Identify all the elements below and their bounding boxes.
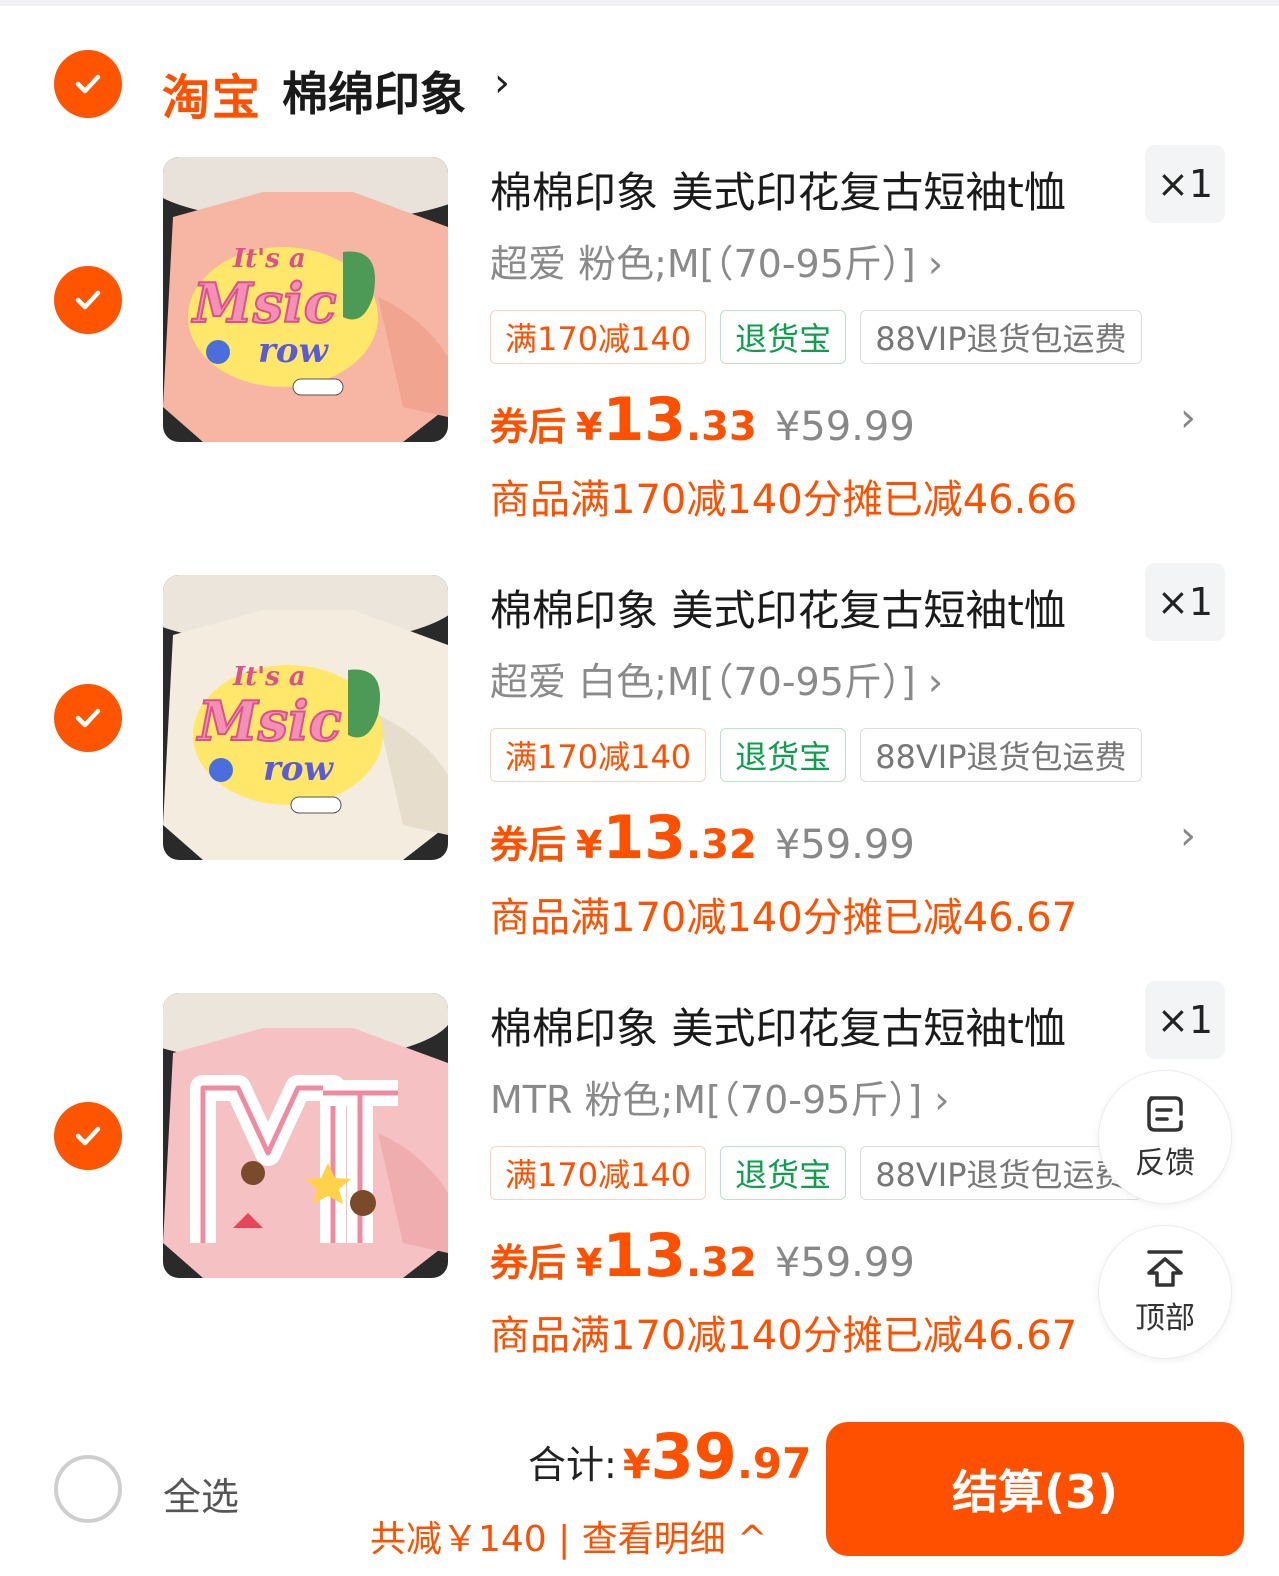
original-price: ¥59.99 — [774, 822, 915, 868]
total-decimal: .97 — [736, 1439, 812, 1488]
shop-select-checkbox[interactable] — [54, 50, 122, 118]
checkout-button[interactable]: 结算(3) — [826, 1422, 1244, 1556]
feedback-label: 反馈 — [1135, 1146, 1195, 1181]
price-currency: ¥ — [576, 823, 603, 867]
original-price: ¥59.99 — [774, 1240, 915, 1286]
item-select-checkbox[interactable] — [54, 684, 122, 752]
original-price: ¥59.99 — [774, 404, 915, 450]
return-insurance-tag: 退货宝 — [720, 1146, 847, 1200]
checkmark-icon — [75, 74, 101, 94]
sku-selector[interactable]: MTR 粉色;M[（70-95斤）] › — [490, 1069, 949, 1124]
total-row: 合计: ¥ 39 .97 — [528, 1420, 811, 1493]
svg-text:row: row — [258, 331, 330, 371]
svg-text:Msic: Msic — [196, 689, 342, 753]
chevron-right-icon[interactable]: › — [494, 60, 510, 106]
price-row: 券后 ¥ 13 .32 ¥59.99 — [490, 803, 915, 873]
product-title[interactable]: 棉棉印象 美式印花复古短袖t恤 — [490, 577, 1066, 638]
product-image[interactable]: It's a Msic row — [163, 575, 448, 860]
return-insurance-tag: 退货宝 — [720, 728, 847, 782]
sku-selector[interactable]: 超爱 白色;M[（70-95斤）] › — [490, 651, 943, 706]
item-select-checkbox[interactable] — [54, 1102, 122, 1170]
product-title[interactable]: 棉棉印象 美式印花复古短袖t恤 — [490, 159, 1066, 220]
promo-tags: 满170减140 退货宝 88VIP退货包运费 — [490, 310, 1142, 364]
shop-header: 淘宝 棉绵印象 › — [0, 40, 1279, 130]
cart-item: It's a Msic row 棉棉印象 美式印花复古短袖t恤 ×1 超爱 白色… — [0, 563, 1279, 993]
sku-selector[interactable]: 超爱 粉色;M[（70-95斤）] › — [490, 233, 943, 288]
quantity-stepper[interactable]: ×1 — [1145, 563, 1225, 641]
top-label: 顶部 — [1135, 1301, 1195, 1336]
discount-note: 商品满170减140分摊已减46.66 — [490, 477, 1078, 523]
checkout-bar: 全选 合计: ¥ 39 .97 共减￥140 | 查看明细 ^ 结算(3) — [0, 1410, 1279, 1576]
price-label: 券后 — [490, 1241, 567, 1285]
total-label: 合计: — [528, 1443, 617, 1487]
checkmark-icon — [75, 290, 101, 310]
price-currency: ¥ — [576, 1241, 603, 1285]
savings-detail-link[interactable]: 共减￥140 | 查看明细 ^ — [370, 1510, 767, 1562]
shop-name[interactable]: 棉绵印象 — [282, 58, 466, 124]
return-insurance-tag: 退货宝 — [720, 310, 847, 364]
product-image[interactable]: It's a Msic row — [163, 157, 448, 442]
checkmark-icon — [75, 1126, 101, 1146]
price-label: 券后 — [490, 405, 567, 449]
svg-text:Msic: Msic — [191, 271, 337, 335]
price-label: 券后 — [490, 823, 567, 867]
discount-note: 商品满170减140分摊已减46.67 — [490, 1313, 1078, 1359]
top-strip — [0, 0, 1279, 6]
price-integer: 13 — [602, 385, 686, 455]
coupon-tag: 满170减140 — [490, 728, 707, 782]
promo-tags: 满170减140 退货宝 88VIP退货包运费 — [490, 728, 1142, 782]
coupon-tag: 满170减140 — [490, 310, 707, 364]
select-all-label[interactable]: 全选 — [163, 1466, 239, 1521]
price-integer: 13 — [602, 803, 686, 873]
price-decimal: .32 — [685, 1240, 757, 1286]
svg-text:row: row — [263, 749, 335, 789]
total-integer: 39 — [650, 1420, 737, 1493]
product-title[interactable]: 棉棉印象 美式印花复古短袖t恤 — [490, 995, 1066, 1056]
svg-text:It's a: It's a — [232, 662, 306, 692]
total-currency: ¥ — [622, 1442, 651, 1488]
select-all-radio[interactable] — [54, 1455, 122, 1523]
chevron-right-icon[interactable]: › — [1180, 395, 1196, 441]
price-decimal: .33 — [685, 404, 757, 450]
checkmark-icon — [75, 708, 101, 728]
coupon-tag: 满170减140 — [490, 1146, 707, 1200]
vip-shipping-tag: 88VIP退货包运费 — [860, 728, 1142, 782]
arrow-up-icon — [1147, 1250, 1183, 1287]
price-integer: 13 — [602, 1221, 686, 1291]
cart-item: It's a Msic row 棉棉印象 美式印花复古短袖t恤 ×1 超爱 粉色… — [0, 145, 1279, 575]
item-select-checkbox[interactable] — [54, 266, 122, 334]
back-to-top-button[interactable]: 顶部 — [1098, 1225, 1232, 1359]
price-currency: ¥ — [576, 405, 603, 449]
price-decimal: .32 — [685, 822, 757, 868]
svg-text:It's a: It's a — [232, 244, 306, 274]
price-row: 券后 ¥ 13 .33 ¥59.99 — [490, 385, 915, 455]
promo-tags: 满170减140 退货宝 88VIP退货包运费 — [490, 1146, 1142, 1200]
chevron-right-icon[interactable]: › — [1180, 813, 1196, 859]
product-image[interactable] — [163, 993, 448, 1278]
discount-note: 商品满170减140分摊已减46.67 — [490, 895, 1078, 941]
price-row: 券后 ¥ 13 .32 ¥59.99 — [490, 1221, 915, 1291]
feedback-button[interactable]: 反馈 — [1098, 1070, 1232, 1204]
taobao-logo: 淘宝 — [162, 70, 263, 126]
quantity-stepper[interactable]: ×1 — [1145, 981, 1225, 1059]
vip-shipping-tag: 88VIP退货包运费 — [860, 310, 1142, 364]
cart-item: 棉棉印象 美式印花复古短袖t恤 ×1 MTR 粉色;M[（70-95斤）] › … — [0, 981, 1279, 1411]
quantity-stepper[interactable]: ×1 — [1145, 145, 1225, 223]
feedback-icon — [1147, 1096, 1183, 1132]
